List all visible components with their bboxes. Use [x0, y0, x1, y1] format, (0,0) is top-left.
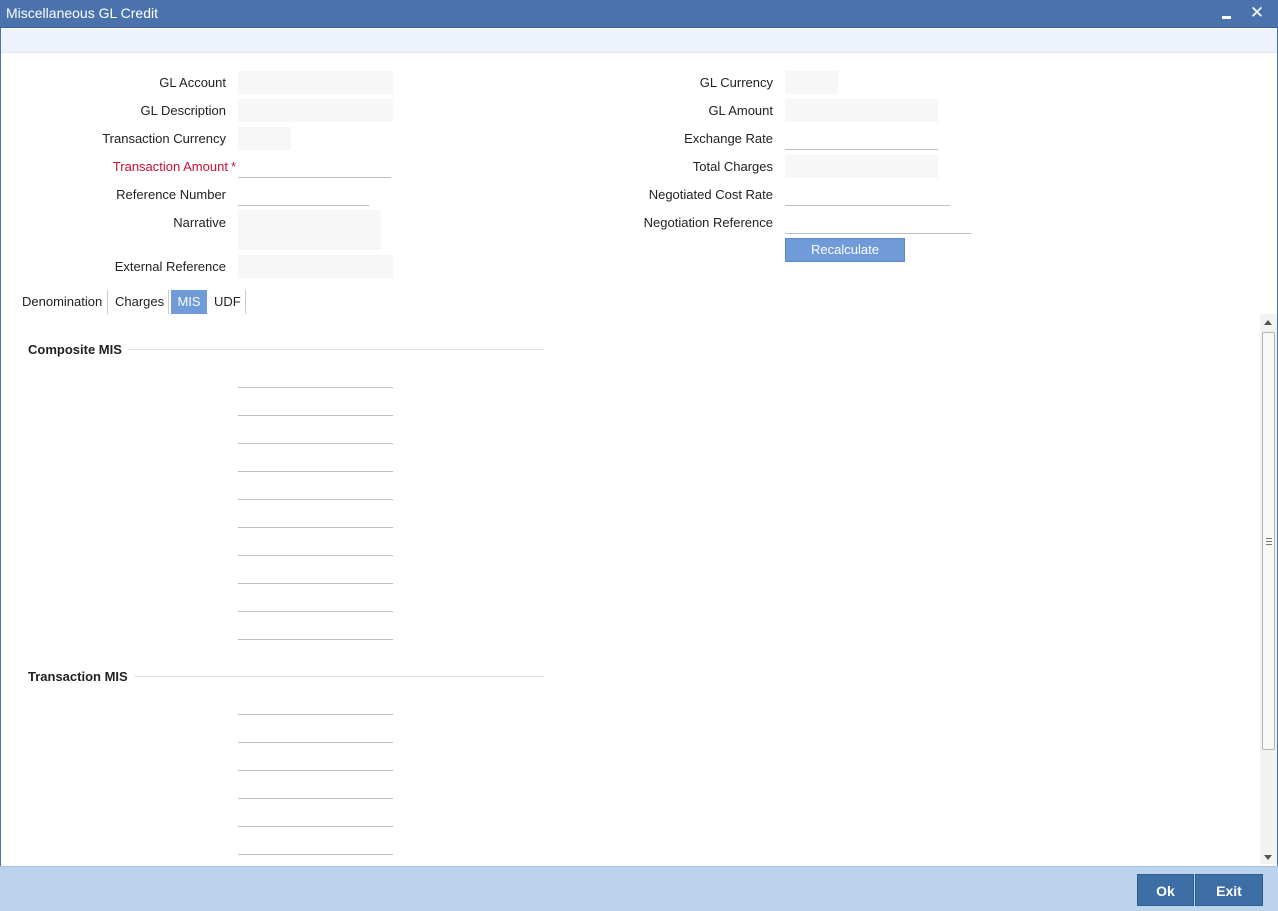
scroll-thumb[interactable] — [1262, 332, 1275, 750]
transaction-mis-field[interactable] — [238, 721, 393, 743]
gl-amount-field[interactable] — [785, 99, 938, 122]
toolbar-strip — [0, 29, 1278, 53]
composite-mis-field[interactable] — [238, 590, 393, 612]
composite-mis-title: Composite MIS — [28, 342, 128, 357]
negotiation-reference-label: Negotiation Reference — [643, 215, 773, 230]
composite-mis-field[interactable] — [238, 506, 393, 528]
negotiated-cost-rate-label: Negotiated Cost Rate — [648, 187, 773, 202]
transaction-amount-label-text: Transaction Amount — [112, 159, 228, 174]
transaction-currency-field[interactable] — [238, 127, 291, 150]
transaction-mis-field[interactable] — [238, 833, 393, 855]
external-reference-label: External Reference — [114, 259, 226, 274]
total-charges-label: Total Charges — [692, 159, 773, 174]
gl-account-label: GL Account — [159, 75, 226, 90]
window-titlebar: Miscellaneous GL Credit ✕ — [0, 0, 1278, 28]
transaction-mis-field[interactable] — [238, 777, 393, 799]
transaction-mis-title: Transaction MIS — [28, 669, 134, 684]
composite-mis-field[interactable] — [238, 422, 393, 444]
composite-mis-field[interactable] — [238, 366, 393, 388]
ok-button[interactable]: Ok — [1137, 874, 1194, 906]
exit-button[interactable]: Exit — [1195, 874, 1263, 906]
composite-mis-field[interactable] — [238, 618, 393, 640]
close-icon[interactable]: ✕ — [1247, 2, 1267, 24]
transaction-currency-label: Transaction Currency — [102, 131, 226, 146]
negotiated-cost-rate-field[interactable] — [785, 183, 950, 206]
composite-mis-field[interactable] — [238, 478, 393, 500]
transaction-amount-field[interactable] — [238, 155, 391, 178]
tab-udf[interactable]: UDF — [210, 290, 245, 314]
exchange-rate-label: Exchange Rate — [684, 131, 773, 146]
gl-currency-field[interactable] — [785, 71, 838, 94]
window-border-left — [0, 28, 1, 911]
composite-mis-field[interactable] — [238, 562, 393, 584]
footer-bar: Ok Exit — [0, 866, 1278, 911]
transaction-mis-field[interactable] — [238, 749, 393, 771]
reference-number-label: Reference Number — [116, 187, 226, 202]
tab-separator — [107, 290, 108, 314]
negotiation-reference-field[interactable] — [785, 211, 971, 234]
vertical-scrollbar[interactable] — [1260, 314, 1277, 864]
composite-mis-field[interactable] — [238, 450, 393, 472]
gl-amount-label: GL Amount — [708, 103, 773, 118]
narrative-field[interactable] — [238, 210, 381, 250]
transaction-mis-field[interactable] — [238, 693, 393, 715]
gl-currency-label: GL Currency — [699, 75, 773, 90]
total-charges-field[interactable] — [785, 155, 938, 178]
narrative-label: Narrative — [173, 215, 226, 230]
grip-icon — [1266, 538, 1272, 545]
scroll-down-icon[interactable] — [1264, 855, 1272, 860]
tab-separator — [168, 290, 169, 314]
gl-description-field[interactable] — [238, 99, 393, 122]
external-reference-field[interactable] — [238, 255, 393, 278]
transaction-mis-field[interactable] — [238, 805, 393, 827]
exchange-rate-field[interactable] — [785, 127, 938, 150]
required-mark: * — [230, 159, 236, 174]
gl-account-field[interactable] — [238, 71, 393, 94]
window-title: Miscellaneous GL Credit — [6, 5, 158, 21]
recalculate-button[interactable]: Recalculate — [785, 238, 905, 262]
minimize-icon[interactable] — [1216, 2, 1236, 24]
reference-number-field[interactable] — [238, 183, 369, 206]
tab-denomination[interactable]: Denomination — [18, 290, 106, 314]
composite-mis-field[interactable] — [238, 394, 393, 416]
tab-mis[interactable]: MIS — [171, 290, 207, 314]
gl-description-label: GL Description — [140, 103, 227, 118]
transaction-amount-label: Transaction Amount * — [60, 159, 236, 174]
scroll-up-icon[interactable] — [1264, 320, 1272, 325]
tab-charges[interactable]: Charges — [111, 290, 168, 314]
composite-mis-field[interactable] — [238, 534, 393, 556]
tab-separator — [245, 290, 246, 314]
